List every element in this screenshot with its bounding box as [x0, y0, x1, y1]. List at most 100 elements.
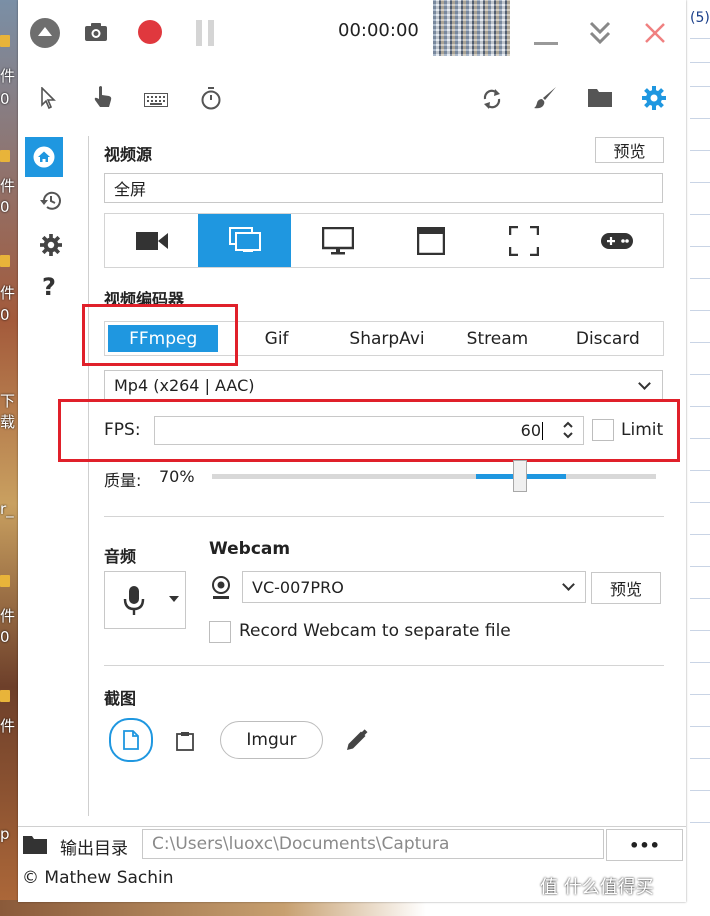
- imgur-button[interactable]: Imgur: [220, 721, 323, 759]
- settings-icon[interactable]: [642, 86, 666, 114]
- menu-icon[interactable]: [30, 18, 60, 48]
- webcam-device-icon: [211, 576, 231, 604]
- copyright-text: © Mathew Sachin: [22, 868, 174, 888]
- webcam-title: Webcam: [209, 539, 291, 559]
- sidebar-divider: [88, 136, 89, 816]
- record-icon[interactable]: [138, 20, 162, 44]
- camera-icon[interactable]: [84, 22, 108, 46]
- audio-title: 音频: [104, 547, 137, 566]
- fps-label: FPS:: [104, 420, 141, 440]
- save-to-disk-button[interactable]: [109, 718, 153, 762]
- chevron-down-icon: [169, 596, 179, 602]
- limit-checkbox[interactable]: [592, 419, 614, 441]
- tab-stream[interactable]: Stream: [442, 322, 552, 355]
- desktop-label: 0: [0, 198, 10, 216]
- webcam-device-select[interactable]: VC-007PRO: [242, 571, 586, 603]
- folder-icon[interactable]: [23, 834, 47, 858]
- click-hand-icon[interactable]: [92, 85, 114, 113]
- output-path-field[interactable]: C:\Users\luoxc\Documents\Captura: [142, 829, 604, 859]
- folder-icon: [0, 255, 10, 267]
- codec-select[interactable]: Mp4 (x264 | AAC): [104, 370, 663, 400]
- brush-icon[interactable]: [534, 86, 558, 114]
- desktop-label: r_: [0, 500, 14, 518]
- desktop-label: 下载: [0, 392, 16, 431]
- status-bar: 输出目录 C:\Users\luoxc\Documents\Captura ••…: [18, 826, 686, 861]
- codec-value: Mp4 (x264 | AAC): [114, 375, 255, 395]
- section-divider: [104, 516, 664, 517]
- more-options-button[interactable]: •••: [606, 829, 683, 861]
- folder-icon: [0, 150, 10, 162]
- quality-value: 70%: [159, 467, 195, 486]
- limit-label: Limit: [621, 420, 664, 440]
- desktop-left-strip: 件 0 件 0 件 0 下载 r_ 件 0 件 p: [0, 0, 18, 916]
- desktop-label: 0: [0, 628, 10, 646]
- microphone-icon: [123, 586, 145, 615]
- source-game[interactable]: [570, 214, 663, 267]
- quality-label: 质量:: [104, 471, 142, 490]
- quality-slider-thumb[interactable]: [513, 460, 527, 492]
- pause-icon[interactable]: [194, 20, 216, 50]
- quality-slider[interactable]: [212, 474, 656, 479]
- video-source-title: 视频源: [104, 145, 153, 164]
- webcam-preview-button[interactable]: 预览: [591, 572, 661, 604]
- timer-icon[interactable]: [200, 87, 222, 115]
- close-icon[interactable]: [644, 22, 666, 48]
- collapse-icon[interactable]: [589, 21, 611, 49]
- source-screen[interactable]: [198, 214, 291, 267]
- source-region[interactable]: [477, 214, 570, 267]
- keyboard-icon[interactable]: [144, 92, 168, 111]
- recording-timer: 00:00:00: [338, 20, 419, 41]
- sidebar-item-home[interactable]: [25, 137, 63, 177]
- monitor-icon: [321, 226, 354, 254]
- output-folder-label: 输出目录: [60, 839, 128, 859]
- help-icon[interactable]: ?: [42, 273, 56, 301]
- separate-file-label: Record Webcam to separate file: [239, 621, 511, 641]
- video-source-selector: [104, 213, 664, 268]
- captura-window: 00:00:00 ? 视频源 预览 全屏 视频编码器 FFmpeg Gif Sh…: [18, 0, 686, 902]
- screen-preview-thumbnail: [433, 0, 510, 56]
- region-icon: [508, 225, 539, 256]
- microphone-button[interactable]: [104, 571, 186, 629]
- desktop-right-window: (5): [686, 0, 710, 916]
- separate-file-checkbox[interactable]: [209, 621, 231, 643]
- desktop-label: 件: [0, 607, 16, 625]
- desktop-label: 件: [0, 284, 16, 302]
- desktop-label: 件: [0, 177, 16, 195]
- tab-sharpavi[interactable]: SharpAvi: [332, 322, 442, 355]
- fps-value: 60: [520, 421, 541, 440]
- desktop-bottom-strip: [0, 900, 710, 916]
- watermark-text: 值 什么值得买: [540, 877, 654, 898]
- pencil-icon[interactable]: [346, 729, 368, 755]
- folder-icon: [0, 690, 10, 702]
- folder-icon[interactable]: [588, 87, 612, 111]
- section-divider: [104, 665, 664, 666]
- source-webcam[interactable]: [105, 214, 198, 267]
- pointer-icon[interactable]: [40, 86, 56, 113]
- window-icon: [416, 226, 445, 255]
- source-window[interactable]: [384, 214, 477, 267]
- annotation-box-ffmpeg: [82, 304, 238, 366]
- desktop-label: p: [0, 825, 10, 843]
- desktop-label: 件: [0, 717, 16, 735]
- folder-icon: [0, 575, 10, 587]
- gamepad-icon: [600, 232, 633, 249]
- fps-stepper[interactable]: [562, 418, 574, 446]
- clipboard-icon[interactable]: [176, 731, 194, 755]
- folder-icon: [0, 35, 10, 47]
- video-source-preview-button[interactable]: 预览: [595, 137, 664, 163]
- tab-discard[interactable]: Discard: [553, 322, 663, 355]
- screen-icon: [228, 226, 261, 252]
- video-source-field[interactable]: 全屏: [104, 173, 663, 203]
- webcam-device-value: VC-007PRO: [252, 577, 344, 597]
- minimize-icon[interactable]: [534, 31, 558, 50]
- history-icon[interactable]: [40, 190, 62, 216]
- file-icon: [123, 730, 139, 750]
- source-monitor[interactable]: [291, 214, 384, 267]
- refresh-icon[interactable]: [481, 87, 503, 115]
- tab-count-label: (5): [690, 10, 710, 26]
- gear-icon[interactable]: [40, 234, 62, 260]
- fps-input[interactable]: 60: [154, 416, 584, 445]
- webcam-icon: [135, 231, 168, 250]
- desktop-label: 件: [0, 67, 16, 85]
- desktop-label: 0: [0, 90, 10, 108]
